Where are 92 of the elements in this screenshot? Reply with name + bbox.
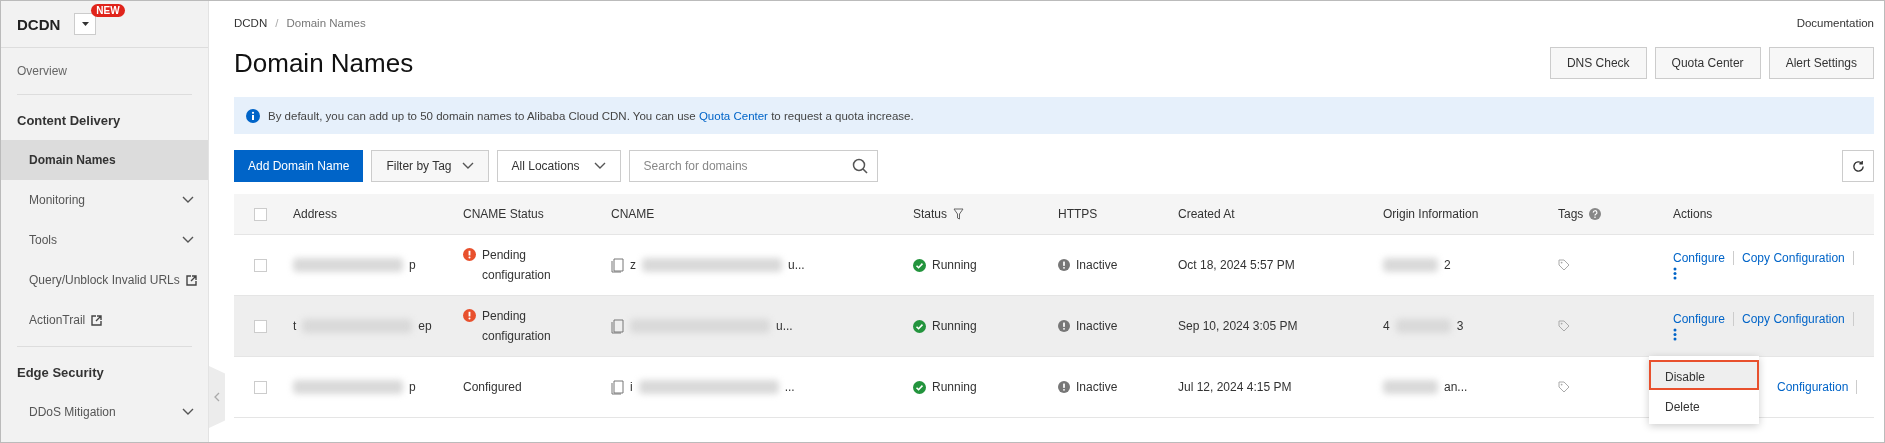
column-header: CNAME Status — [463, 207, 544, 221]
column-header: Address — [293, 207, 338, 221]
column-header: Actions — [1673, 207, 1713, 221]
origin-fragment: 4 — [1383, 319, 1390, 333]
menu-item[interactable]: Delete — [1649, 390, 1759, 420]
blurred-text — [1383, 258, 1438, 272]
status-text: Running — [932, 319, 977, 333]
chevron-left-icon — [214, 392, 220, 402]
product-title: DCDN — [17, 15, 61, 33]
copy-icon[interactable] — [611, 318, 624, 334]
sidebar-item[interactable]: Monitoring — [1, 180, 208, 220]
origin-fragment: 2 — [1444, 258, 1451, 272]
tag-icon[interactable] — [1558, 381, 1570, 393]
action-link[interactable]: Configure — [1673, 311, 1735, 326]
column-header: CNAME — [611, 207, 655, 221]
add-domain-button[interactable]: Add Domain Name — [234, 150, 364, 182]
action-link[interactable]: Configuration — [1777, 380, 1858, 394]
row-checkbox[interactable] — [254, 380, 267, 394]
blurred-text — [1383, 380, 1438, 394]
sidebar-item[interactable]: Query/Unblock Invalid URLs — [1, 260, 208, 300]
sidebar-item[interactable]: Overview — [1, 54, 208, 88]
refresh-icon — [1851, 159, 1865, 173]
info-icon — [246, 108, 260, 123]
status-text: Running — [932, 380, 977, 394]
cname-fragment: ... — [784, 380, 795, 394]
https-status: Inactive — [1076, 380, 1118, 394]
refresh-button[interactable] — [1842, 150, 1874, 182]
cname-fragment: i — [630, 380, 633, 394]
breadcrumb-item[interactable]: DCDN — [234, 17, 268, 29]
copy-icon[interactable] — [611, 379, 624, 395]
cname-fragment: u... — [776, 319, 793, 333]
origin-fragment: 3 — [1456, 319, 1464, 333]
tag-filter-dropdown[interactable]: Filter by Tag — [371, 150, 489, 182]
header-button[interactable]: Alert Settings — [1768, 47, 1874, 79]
more-icon[interactable] — [1673, 266, 1677, 280]
action-link[interactable]: Copy Configuration — [1742, 250, 1854, 265]
row-checkbox[interactable] — [254, 258, 267, 272]
sidebar-item[interactable]: ActionTrail — [1, 300, 208, 340]
new-badge: NEW — [91, 4, 125, 17]
select-all-checkbox[interactable] — [254, 207, 267, 221]
quota-center-link[interactable]: Quota Center — [698, 109, 768, 122]
more-icon[interactable] — [1673, 327, 1677, 341]
location-dropdown[interactable]: All Locations — [496, 150, 621, 182]
copy-icon[interactable] — [611, 257, 624, 273]
sidebar-item[interactable]: DDoS Mitigation — [1, 392, 208, 432]
chevron-down-icon — [461, 162, 474, 170]
page-title: Domain Names — [234, 47, 414, 79]
column-header: HTTPS — [1058, 207, 1098, 221]
address-fragment: p — [409, 380, 416, 394]
header-button[interactable]: DNS Check — [1549, 47, 1647, 79]
https-status: Inactive — [1076, 319, 1118, 333]
product-dropdown[interactable] — [74, 13, 97, 35]
cname-fragment: u... — [788, 258, 805, 272]
column-header: Tags — [1558, 207, 1584, 221]
breadcrumb-separator: / — [275, 17, 279, 29]
created-date: Jul 12, 2024 4:15 PM — [1178, 380, 1292, 394]
created-date: Oct 18, 2024 5:57 PM — [1178, 258, 1295, 272]
cname-status: Pending configuration — [482, 308, 552, 345]
caret-icon — [81, 22, 89, 26]
created-date: Sep 10, 2024 3:05 PM — [1178, 319, 1298, 333]
column-header: Origin Information — [1383, 207, 1479, 221]
status-text: Running — [932, 258, 977, 272]
address-fragment: t — [293, 319, 297, 333]
sidebar-item[interactable]: Domain Names — [1, 140, 208, 180]
address-fragment: ep — [418, 319, 432, 333]
documentation-link[interactable]: Documentation — [1796, 17, 1874, 29]
tag-icon[interactable] — [1558, 320, 1570, 332]
header-button[interactable]: Quota Center — [1654, 47, 1761, 79]
cname-status: Pending configuration — [482, 247, 552, 284]
search-icon — [851, 158, 868, 174]
search-field[interactable]: Search for domains — [628, 150, 878, 182]
filter-icon[interactable] — [953, 208, 965, 220]
sidebar-heading: Content Delivery — [17, 112, 122, 130]
action-link[interactable]: Configure — [1673, 250, 1735, 265]
breadcrumb-item: Domain Names — [286, 17, 366, 29]
menu-item[interactable]: Disable — [1649, 360, 1759, 390]
sidebar-heading: Edge Security — [17, 364, 105, 382]
row-checkbox[interactable] — [254, 319, 267, 333]
sidebar-item[interactable]: Tools — [1, 220, 208, 260]
tag-icon[interactable] — [1558, 259, 1570, 271]
cname-status: Configured — [463, 379, 522, 396]
help-icon[interactable] — [1589, 208, 1602, 220]
origin-fragment: an... — [1444, 380, 1468, 394]
notice-text: By default, you can add up to 50 domain names to Alibaba Cloud CDN. You can use Quota Center to request a quota increase. — [268, 109, 914, 122]
column-header: Status — [913, 207, 948, 221]
chevron-down-icon — [593, 162, 606, 170]
action-link[interactable]: Copy Configuration — [1742, 311, 1854, 326]
collapse-handle[interactable] — [209, 366, 225, 428]
column-header: Created At — [1178, 207, 1235, 221]
cname-fragment: z — [630, 258, 636, 272]
address-fragment: p — [409, 258, 416, 272]
https-status: Inactive — [1076, 258, 1118, 272]
